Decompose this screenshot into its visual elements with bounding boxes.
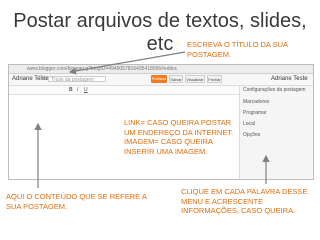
title-arrow xyxy=(68,51,186,75)
annotation-arrows xyxy=(34,51,270,188)
